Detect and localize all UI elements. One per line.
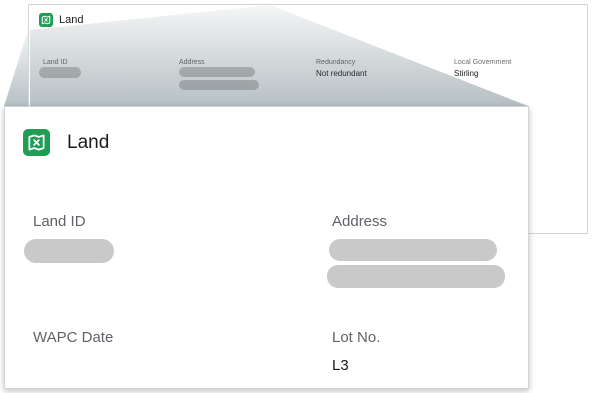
local-government-label: Local Government [454, 59, 512, 66]
land-id-label: Land ID [43, 59, 68, 66]
local-government-value: Stirling [454, 69, 479, 78]
card-title: Land [59, 14, 84, 26]
land-detail-card: Land Land ID Address WAPC Date Lot No. L… [4, 106, 529, 389]
detail-card-header: Land [23, 129, 109, 156]
lot-no-value: L3 [332, 357, 349, 374]
card-header: Land [39, 13, 83, 27]
lot-no-label: Lot No. [332, 329, 381, 346]
land-id-label: Land ID [33, 213, 86, 230]
detail-card-title: Land [67, 131, 110, 153]
land-id-redacted [24, 239, 114, 263]
map-icon [39, 13, 53, 27]
address-redacted-line1 [329, 239, 497, 261]
address-redacted-line2 [327, 265, 505, 288]
land-id-redacted [39, 67, 81, 78]
redundancy-value: Not redundant [316, 69, 367, 78]
address-label: Address [332, 213, 388, 230]
redundancy-label: Redundancy [316, 59, 356, 66]
wapc-date-label: WAPC Date [33, 329, 114, 346]
address-label: Address [179, 59, 205, 66]
address-redacted-line1 [179, 67, 255, 77]
map-icon [23, 129, 50, 156]
address-redacted-line2 [179, 80, 259, 90]
